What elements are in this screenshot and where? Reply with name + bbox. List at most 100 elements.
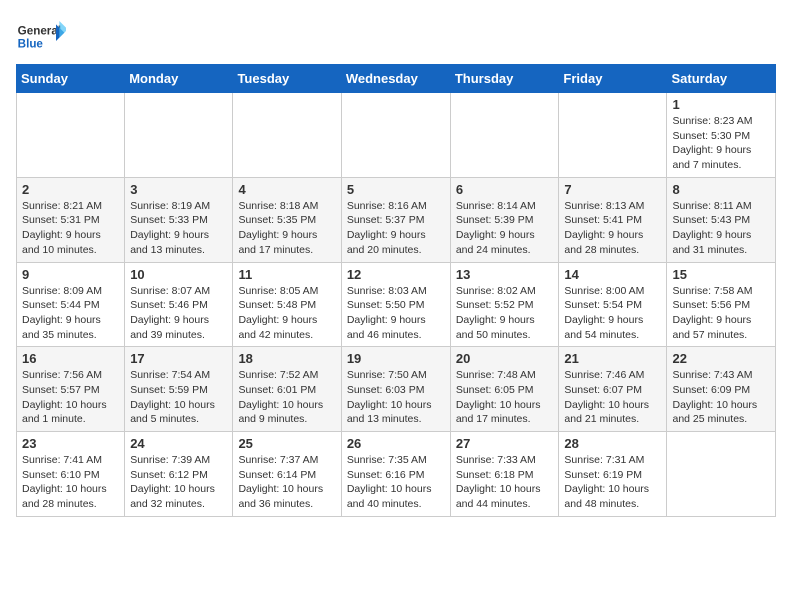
day-info: Sunrise: 7:35 AM Sunset: 6:16 PM Dayligh… [347,453,445,512]
calendar-cell: 11 Sunrise: 8:05 AM Sunset: 5:48 PM Dayli… [233,262,341,347]
day-number: 18 [238,351,335,366]
weekday-header-monday: Monday [125,65,233,93]
week-row-3: 9 Sunrise: 8:09 AM Sunset: 5:44 PM Daylig… [17,262,776,347]
calendar-cell: 18 Sunrise: 7:52 AM Sunset: 6:01 PM Dayli… [233,347,341,432]
calendar-cell: 22 Sunrise: 7:43 AM Sunset: 6:09 PM Dayli… [667,347,776,432]
day-number: 1 [672,97,770,112]
day-info: Sunrise: 8:23 AM Sunset: 5:30 PM Dayligh… [672,114,770,173]
week-row-1: 1 Sunrise: 8:23 AM Sunset: 5:30 PM Daylig… [17,93,776,178]
weekday-header-tuesday: Tuesday [233,65,341,93]
day-number: 21 [564,351,661,366]
day-info: Sunrise: 8:21 AM Sunset: 5:31 PM Dayligh… [22,199,119,258]
day-info: Sunrise: 8:05 AM Sunset: 5:48 PM Dayligh… [238,284,335,343]
day-info: Sunrise: 8:18 AM Sunset: 5:35 PM Dayligh… [238,199,335,258]
calendar-cell: 9 Sunrise: 8:09 AM Sunset: 5:44 PM Daylig… [17,262,125,347]
calendar-cell: 10 Sunrise: 8:07 AM Sunset: 5:46 PM Dayli… [125,262,233,347]
calendar-cell: 2 Sunrise: 8:21 AM Sunset: 5:31 PM Daylig… [17,177,125,262]
calendar-cell: 14 Sunrise: 8:00 AM Sunset: 5:54 PM Dayli… [559,262,667,347]
day-info: Sunrise: 8:02 AM Sunset: 5:52 PM Dayligh… [456,284,554,343]
day-number: 17 [130,351,227,366]
day-number: 28 [564,436,661,451]
calendar-cell: 27 Sunrise: 7:33 AM Sunset: 6:18 PM Dayli… [450,432,559,517]
calendar-cell: 15Sunrise: 7:58 AM Sunset: 5:56 PM Dayli… [667,262,776,347]
calendar-cell: 7 Sunrise: 8:13 AM Sunset: 5:41 PM Daylig… [559,177,667,262]
day-number: 25 [238,436,335,451]
calendar-cell: 12 Sunrise: 8:03 AM Sunset: 5:50 PM Dayli… [341,262,450,347]
day-number: 27 [456,436,554,451]
week-row-5: 23 Sunrise: 7:41 AM Sunset: 6:10 PM Dayli… [17,432,776,517]
day-number: 19 [347,351,445,366]
calendar-cell: 21 Sunrise: 7:46 AM Sunset: 6:07 PM Dayli… [559,347,667,432]
calendar-cell [125,93,233,178]
day-info: Sunrise: 7:48 AM Sunset: 6:05 PM Dayligh… [456,368,554,427]
header: General Blue [16,16,776,56]
day-info: Sunrise: 7:33 AM Sunset: 6:18 PM Dayligh… [456,453,554,512]
day-number: 16 [22,351,119,366]
day-info: Sunrise: 7:37 AM Sunset: 6:14 PM Dayligh… [238,453,335,512]
calendar-cell: 13 Sunrise: 8:02 AM Sunset: 5:52 PM Dayli… [450,262,559,347]
day-info: Sunrise: 7:43 AM Sunset: 6:09 PM Dayligh… [672,368,770,427]
calendar-cell: 16 Sunrise: 7:56 AM Sunset: 5:57 PM Dayli… [17,347,125,432]
day-number: 20 [456,351,554,366]
logo: General Blue [16,16,66,56]
calendar-cell: 19 Sunrise: 7:50 AM Sunset: 6:03 PM Dayli… [341,347,450,432]
day-info: Sunrise: 8:14 AM Sunset: 5:39 PM Dayligh… [456,199,554,258]
calendar-cell: 28 Sunrise: 7:31 AM Sunset: 6:19 PM Dayli… [559,432,667,517]
day-info: Sunrise: 7:41 AM Sunset: 6:10 PM Dayligh… [22,453,119,512]
day-info: Sunrise: 7:39 AM Sunset: 6:12 PM Dayligh… [130,453,227,512]
day-number: 7 [564,182,661,197]
day-number: 12 [347,267,445,282]
week-row-4: 16 Sunrise: 7:56 AM Sunset: 5:57 PM Dayli… [17,347,776,432]
svg-text:General: General [18,24,61,37]
calendar-cell [233,93,341,178]
calendar-cell [559,93,667,178]
day-info: Sunrise: 7:50 AM Sunset: 6:03 PM Dayligh… [347,368,445,427]
calendar-cell: 5Sunrise: 8:16 AM Sunset: 5:37 PM Daylig… [341,177,450,262]
calendar-cell: 8Sunrise: 8:11 AM Sunset: 5:43 PM Daylig… [667,177,776,262]
calendar-cell: 20 Sunrise: 7:48 AM Sunset: 6:05 PM Dayli… [450,347,559,432]
day-number: 11 [238,267,335,282]
day-info: Sunrise: 8:13 AM Sunset: 5:41 PM Dayligh… [564,199,661,258]
day-info: Sunrise: 7:31 AM Sunset: 6:19 PM Dayligh… [564,453,661,512]
day-number: 10 [130,267,227,282]
calendar-cell [341,93,450,178]
calendar-cell: 1 Sunrise: 8:23 AM Sunset: 5:30 PM Daylig… [667,93,776,178]
day-number: 15 [672,267,770,282]
day-info: Sunrise: 8:19 AM Sunset: 5:33 PM Dayligh… [130,199,227,258]
calendar-cell: 24 Sunrise: 7:39 AM Sunset: 6:12 PM Dayli… [125,432,233,517]
day-info: Sunrise: 7:52 AM Sunset: 6:01 PM Dayligh… [238,368,335,427]
day-number: 26 [347,436,445,451]
day-number: 9 [22,267,119,282]
day-info: Sunrise: 8:07 AM Sunset: 5:46 PM Dayligh… [130,284,227,343]
day-number: 13 [456,267,554,282]
calendar-table: SundayMondayTuesdayWednesdayThursdayFrid… [16,64,776,517]
week-row-2: 2 Sunrise: 8:21 AM Sunset: 5:31 PM Daylig… [17,177,776,262]
calendar-cell: 6 Sunrise: 8:14 AM Sunset: 5:39 PM Daylig… [450,177,559,262]
svg-text:Blue: Blue [18,38,44,51]
day-number: 23 [22,436,119,451]
day-info: Sunrise: 8:00 AM Sunset: 5:54 PM Dayligh… [564,284,661,343]
calendar-cell: 4 Sunrise: 8:18 AM Sunset: 5:35 PM Daylig… [233,177,341,262]
weekday-header-saturday: Saturday [667,65,776,93]
calendar-cell: 17 Sunrise: 7:54 AM Sunset: 5:59 PM Dayli… [125,347,233,432]
calendar-cell: 25 Sunrise: 7:37 AM Sunset: 6:14 PM Dayli… [233,432,341,517]
day-info: Sunrise: 8:09 AM Sunset: 5:44 PM Dayligh… [22,284,119,343]
day-number: 24 [130,436,227,451]
day-info: Sunrise: 8:03 AM Sunset: 5:50 PM Dayligh… [347,284,445,343]
day-info: Sunrise: 7:54 AM Sunset: 5:59 PM Dayligh… [130,368,227,427]
day-number: 22 [672,351,770,366]
weekday-header-sunday: Sunday [17,65,125,93]
day-number: 6 [456,182,554,197]
calendar-cell [450,93,559,178]
day-number: 14 [564,267,661,282]
weekday-header-row: SundayMondayTuesdayWednesdayThursdayFrid… [17,65,776,93]
day-number: 4 [238,182,335,197]
day-number: 5 [347,182,445,197]
day-info: Sunrise: 7:56 AM Sunset: 5:57 PM Dayligh… [22,368,119,427]
weekday-header-wednesday: Wednesday [341,65,450,93]
day-info: Sunrise: 7:46 AM Sunset: 6:07 PM Dayligh… [564,368,661,427]
day-number: 2 [22,182,119,197]
day-info: Sunrise: 8:11 AM Sunset: 5:43 PM Dayligh… [672,199,770,258]
calendar-cell: 3Sunrise: 8:19 AM Sunset: 5:33 PM Daylig… [125,177,233,262]
calendar-cell: 23 Sunrise: 7:41 AM Sunset: 6:10 PM Dayli… [17,432,125,517]
